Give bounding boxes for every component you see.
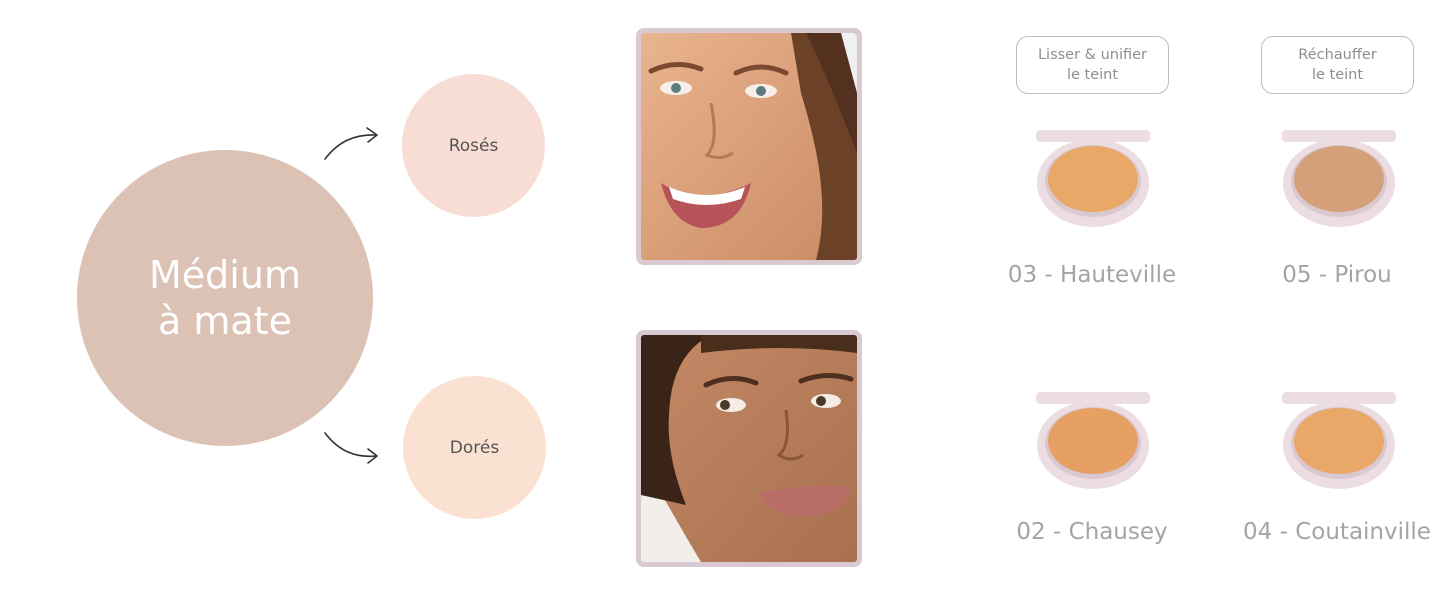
benefit-tag-smooth: Lisser & unifier le teint <box>1016 36 1169 94</box>
benefit-tag-warm: Réchauffer le teint <box>1261 36 1414 94</box>
undertone-circle-dores: Dorés <box>403 376 546 519</box>
shade-label-coutainville: 04 - Coutainville <box>1243 519 1431 545</box>
woman-looking-side-photo <box>636 330 862 567</box>
compact-pan <box>1294 408 1384 474</box>
shade-label-pirou: 05 - Pirou <box>1282 262 1392 288</box>
compact-powder-coutainville <box>1282 392 1396 489</box>
curved-arrow-down-right-icon <box>324 432 378 464</box>
compact-powder-pirou <box>1282 130 1396 227</box>
shade-label-hauteville: 03 - Hauteville <box>1007 262 1177 288</box>
undertone-label: Dorés <box>449 437 500 458</box>
compact-powder-chausey <box>1036 392 1150 489</box>
compact-pan <box>1294 146 1384 212</box>
benefit-tag-line2: le teint <box>1066 67 1119 83</box>
benefit-tag-line1: Lisser & unifier <box>1037 47 1148 63</box>
main-category-line2: à mate <box>158 299 292 343</box>
benefit-tag-line2: le teint <box>1311 67 1364 83</box>
benefit-tag-line1: Réchauffer <box>1298 47 1377 63</box>
main-category-circle: Médium à mate <box>77 150 373 446</box>
smiling-woman-photo <box>636 28 862 265</box>
curved-arrow-up-right-icon <box>324 127 378 160</box>
undertone-label: Rosés <box>448 135 499 156</box>
shade-label-chausey: 02 - Chausey <box>1016 519 1168 545</box>
main-category-line1: Médium <box>149 253 301 297</box>
compact-pan <box>1048 146 1138 212</box>
compact-pan <box>1048 408 1138 474</box>
compact-powder-hauteville <box>1036 130 1150 227</box>
undertone-circle-roses: Rosés <box>402 74 545 217</box>
